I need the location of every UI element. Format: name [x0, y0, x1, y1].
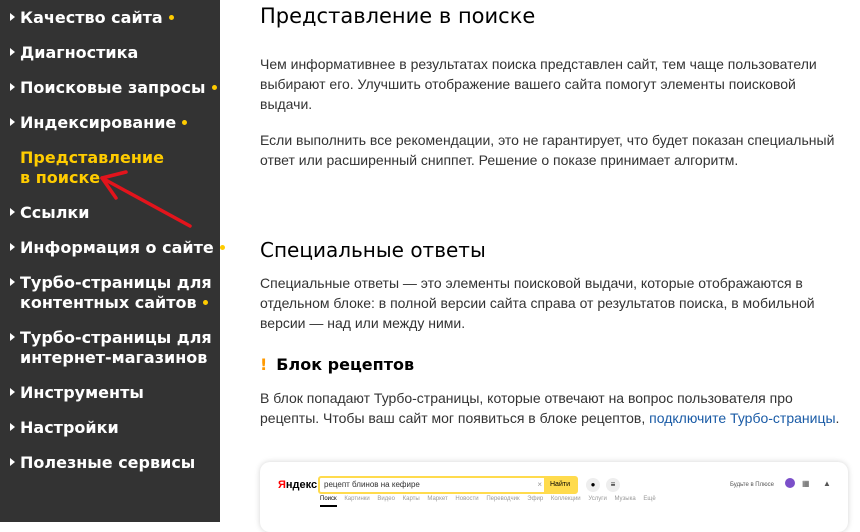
sidebar-item-site-quality[interactable]: Качество сайта — [10, 8, 174, 28]
apps-icon: ▦ — [802, 479, 810, 488]
triangle-right-icon — [10, 277, 15, 286]
page-title: Представление в поиске — [260, 4, 536, 28]
microphone-icon: ● — [586, 478, 600, 492]
status-dot — [182, 120, 188, 125]
recipe-paragraph: В блок попадают Турбо-страницы, которые … — [260, 390, 840, 426]
section-paragraph: Специальные ответы — это элементы поиско… — [260, 275, 815, 331]
triangle-right-icon — [10, 422, 15, 431]
triangle-right-icon — [10, 12, 15, 21]
sidebar-item-search-queries[interactable]: Поисковые запросы — [10, 78, 217, 98]
triangle-right-icon — [10, 387, 15, 396]
triangle-right-icon — [10, 207, 15, 216]
sidebar-item-turbo-content[interactable]: Турбо-страницы для контентных сайтов — [10, 273, 212, 313]
connect-turbo-link[interactable]: подключите Турбо-страницы — [649, 410, 835, 426]
status-dot — [202, 300, 208, 305]
status-dot — [219, 245, 225, 250]
search-input: рецепт блинов на кефире × Найти — [318, 476, 578, 494]
triangle-right-icon — [10, 47, 15, 56]
intro-paragraph-1: Чем информативнее в результатах поиска п… — [260, 56, 817, 112]
sidebar-item-diagnostics[interactable]: Диагностика — [10, 43, 138, 63]
status-dot — [168, 15, 174, 20]
sidebar-item-turbo-shops[interactable]: Турбо-страницы для интернет-магазинов — [10, 328, 212, 368]
sidebar-item-site-info[interactable]: Информация о сайте — [10, 238, 225, 258]
triangle-right-icon — [10, 82, 15, 91]
avatar — [785, 478, 795, 488]
triangle-right-icon — [10, 332, 15, 341]
exclamation-icon: ! — [260, 355, 268, 374]
settings-icon: ≡ — [606, 478, 620, 492]
sidebar-item-indexing[interactable]: Индексирование — [10, 113, 188, 133]
sidebar-item-links[interactable]: Ссылки — [10, 203, 89, 223]
subsection-title: ! Блок рецептов — [260, 355, 415, 374]
triangle-right-icon — [10, 242, 15, 251]
sidebar-item-tools[interactable]: Инструменты — [10, 383, 144, 403]
plus-label: Будьте в Плюсе — [730, 482, 774, 488]
red-arrow-annotation — [100, 170, 192, 228]
clear-icon: × — [537, 480, 542, 489]
sidebar-item-settings[interactable]: Настройки — [10, 418, 119, 438]
triangle-right-icon — [10, 457, 15, 466]
search-tabs: Поиск Картинки Видео Карты Маркет Новост… — [320, 496, 662, 507]
search-button: Найти — [544, 478, 576, 492]
section-title: Специальные ответы — [260, 238, 486, 262]
bell-icon: ▲ — [823, 479, 831, 488]
triangle-right-icon — [10, 117, 15, 126]
status-dot — [211, 85, 217, 90]
sidebar-item-useful-services[interactable]: Полезные сервисы — [10, 453, 195, 473]
intro-paragraph-2: Если выполнить все рекомендации, это не … — [260, 132, 835, 168]
sidebar: Качество сайта Диагностика Поисковые зап… — [0, 0, 225, 522]
yandex-logo: Яндекс — [278, 479, 318, 491]
